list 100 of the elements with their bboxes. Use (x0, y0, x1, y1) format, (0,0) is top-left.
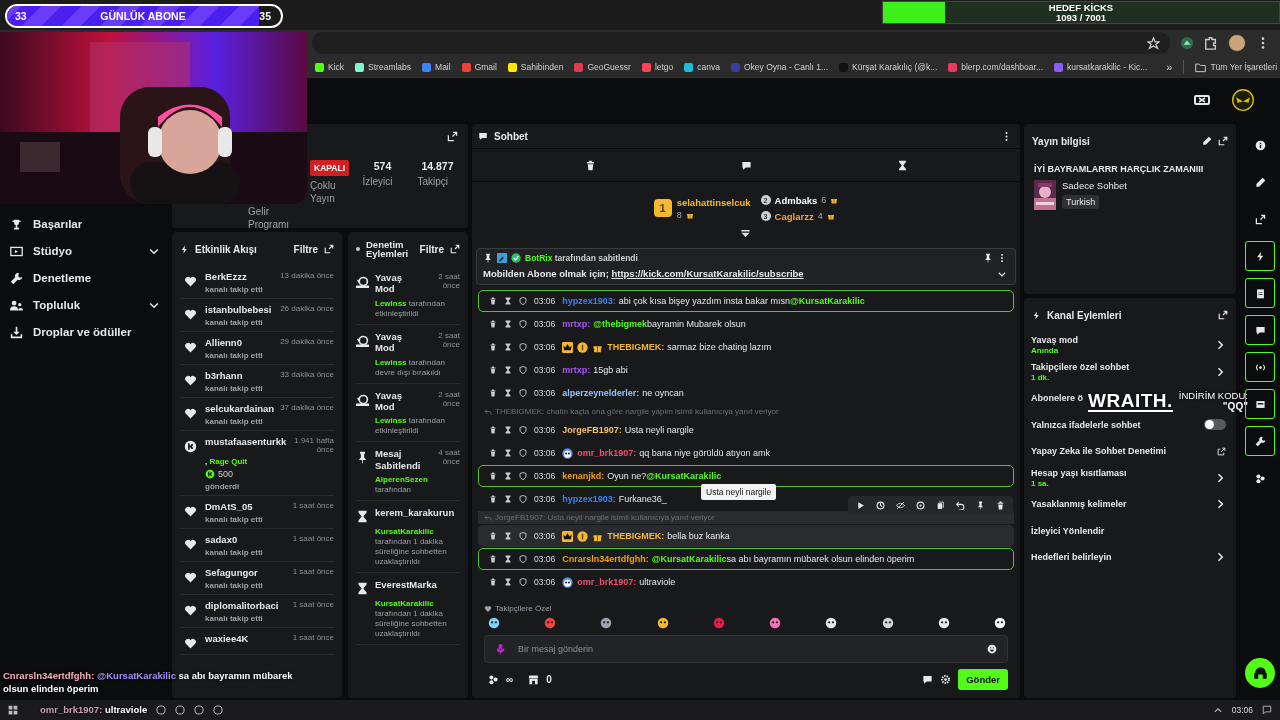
sidebar-item[interactable]: Topluluk (10, 297, 160, 313)
hourglass-icon[interactable] (504, 555, 512, 563)
puzzle-icon[interactable] (1204, 36, 1218, 50)
message-composer[interactable]: Bir mesaj gönderin (484, 635, 1008, 663)
chat-username[interactable]: alperzeynelderler: (562, 388, 640, 398)
chat-username[interactable]: omr_brk1907: (577, 448, 637, 458)
bookmark[interactable]: letgo (641, 62, 674, 72)
bolt-button[interactable] (1245, 241, 1275, 271)
bookmark[interactable]: Gmail (461, 62, 497, 72)
support-button[interactable] (1245, 658, 1275, 688)
shield-icon[interactable] (519, 495, 527, 503)
shield-icon[interactable] (519, 426, 527, 434)
username[interactable]: Allienn0 (205, 337, 242, 348)
toggle-switch[interactable] (1204, 419, 1226, 430)
username[interactable]: diplomalitorbaci (205, 600, 279, 611)
bookmark[interactable]: kursatkarakilic - Kic... (1054, 62, 1148, 72)
bookmark[interactable]: canva (684, 62, 720, 72)
profile-avatar-icon[interactable] (1232, 89, 1254, 111)
hourglass-icon[interactable] (504, 297, 512, 305)
chat-username[interactable]: hypzex1903: (562, 296, 616, 306)
channel-action[interactable]: Yavaş mod (1031, 335, 1079, 345)
settings-icon[interactable] (940, 674, 952, 685)
shield-icon[interactable] (519, 449, 527, 457)
reply-icon[interactable] (956, 501, 965, 510)
chat-username[interactable]: hypzex1903: (562, 494, 616, 504)
chat-username[interactable]: Cnrarsln34ertdfghh: (562, 554, 649, 564)
notification-icon[interactable] (1262, 705, 1272, 715)
wrench-button[interactable] (1245, 426, 1275, 456)
hourglass-icon[interactable] (504, 343, 512, 351)
chat-icon[interactable] (922, 674, 934, 685)
sidebar-item[interactable]: Stüdyo (10, 243, 160, 259)
mic-icon[interactable] (495, 643, 506, 655)
username[interactable]: sadax0 (205, 534, 238, 545)
chat-username[interactable]: omr_brk1907: (577, 577, 637, 587)
trash-icon[interactable] (489, 495, 497, 503)
caret-up-icon[interactable] (1212, 705, 1223, 715)
hourglass-icon[interactable] (504, 366, 512, 374)
chat-button[interactable] (1245, 315, 1275, 345)
channel-action[interactable]: Takipçilere özel sohbet (1031, 361, 1130, 372)
username[interactable]: waxiee4K (205, 633, 249, 644)
send-button[interactable]: Gönder (958, 669, 1008, 690)
trash-icon[interactable] (489, 472, 497, 480)
channel-action[interactable]: Hedefleri belirleyin (1031, 552, 1112, 562)
emote-icon[interactable] (993, 617, 1006, 629)
trash-icon[interactable] (584, 159, 596, 171)
more-bookmarks-button[interactable]: » (1166, 61, 1173, 73)
broadcast-button[interactable] (1245, 352, 1275, 382)
expand-icon[interactable] (1218, 310, 1228, 320)
trash-icon[interactable] (489, 449, 497, 457)
gifter-name[interactable]: selahattinselcuk (676, 196, 751, 208)
extension-icon[interactable] (1180, 36, 1194, 50)
subscribe-link[interactable]: https://kick.com/KursatKarakilic/subscribe (611, 268, 804, 279)
hourglass-icon[interactable] (504, 578, 512, 586)
store-icon[interactable] (528, 674, 540, 685)
ticket-icon[interactable] (1194, 92, 1210, 108)
hourglass-icon[interactable] (504, 389, 512, 397)
username[interactable]: selcukardainan (205, 403, 275, 414)
chat-username[interactable]: mrtxp: (562, 365, 591, 375)
trash-icon[interactable] (996, 501, 1005, 510)
expand-icon[interactable] (450, 244, 460, 254)
shield-icon[interactable] (519, 555, 527, 563)
expand-icon[interactable] (324, 244, 334, 254)
emote-icon[interactable] (769, 617, 782, 629)
hourglass-icon[interactable] (504, 472, 512, 480)
revenue-program-link[interactable]: Gelir Programı (248, 206, 300, 231)
copy-icon[interactable] (936, 501, 945, 510)
sidebar-item[interactable]: Denetleme (10, 270, 160, 286)
trash-icon[interactable] (489, 555, 497, 563)
emote-icon[interactable] (488, 617, 500, 629)
channel-action[interactable]: İzleyici Yönlendir (1031, 525, 1105, 536)
chat-username[interactable]: kenanjkd: (562, 471, 605, 481)
shield-icon[interactable] (519, 472, 527, 480)
hourglass-icon[interactable] (504, 532, 512, 540)
shield-icon[interactable] (519, 343, 527, 351)
shield-icon[interactable] (519, 578, 527, 586)
bookmark[interactable]: Kick (315, 62, 345, 72)
collapse-icon[interactable] (740, 229, 751, 238)
unpin-icon[interactable] (983, 253, 993, 263)
clipboard-button[interactable] (1245, 278, 1275, 308)
emote-icon[interactable] (600, 617, 613, 629)
bookmark[interactable]: Okey Oyna - Canlı 1... (731, 62, 829, 72)
bookmark[interactable]: Mail (422, 62, 451, 72)
category-name[interactable]: Sadece Sohbet (1062, 180, 1127, 191)
sidebar-item[interactable]: Droplar ve ödüller (10, 324, 160, 340)
channel-action[interactable]: Yapay Zeka ile Sohbet Denetimi (1031, 446, 1167, 456)
star-icon[interactable] (1147, 36, 1160, 50)
pin-icon[interactable] (976, 501, 985, 510)
bookmark[interactable]: blerp.com/dashboar... (948, 62, 1043, 72)
multistream-label[interactable]: Çoklu Yayın (310, 180, 350, 205)
emote-icon[interactable] (937, 617, 950, 629)
hide-icon[interactable] (896, 501, 905, 510)
channel-action[interactable]: Yalnızca ifadelerle sohbet (1031, 419, 1141, 430)
message-input[interactable]: Bir mesaj gönderin (516, 643, 977, 655)
username[interactable]: DmAtS_05 (205, 501, 253, 512)
hourglass-icon[interactable] (896, 159, 908, 171)
shield-icon[interactable] (519, 320, 527, 328)
all-bookmarks[interactable]: Tüm Yer İşaretleri (1195, 61, 1278, 73)
chat-username[interactable]: mrtxp: (562, 319, 591, 329)
trash-icon[interactable] (489, 389, 497, 397)
emote-icon[interactable] (881, 617, 894, 629)
